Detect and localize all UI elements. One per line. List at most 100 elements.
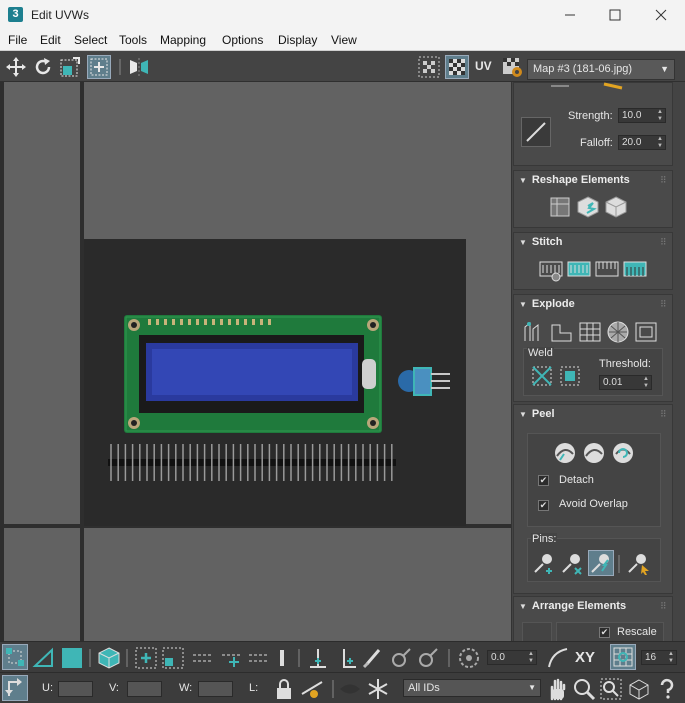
checker-toggle-button[interactable]	[417, 55, 441, 79]
unhide-button[interactable]	[338, 677, 362, 701]
mirror-tool-button[interactable]	[126, 55, 150, 79]
rescale-checkbox[interactable]: ✔	[599, 627, 610, 638]
menu-display[interactable]: Display	[278, 33, 317, 47]
loop-icon	[193, 654, 213, 662]
close-button[interactable]	[638, 0, 684, 30]
stitch-header[interactable]: ▼ Stitch	[519, 236, 562, 248]
drag-grip-icon[interactable]: ⠿	[660, 409, 667, 420]
grow-selection-button[interactable]	[134, 646, 158, 670]
id-filter-dropdown[interactable]: All IDs ▼	[403, 679, 541, 697]
hide-button[interactable]	[300, 677, 324, 701]
edge-mode-button[interactable]	[32, 646, 56, 670]
rotate-tool-button[interactable]	[31, 55, 55, 79]
vertex-mode-button[interactable]	[2, 644, 28, 670]
menu-view[interactable]: View	[331, 33, 357, 47]
reshape-elements-header[interactable]: ▼ Reshape Elements	[519, 174, 630, 186]
show-map-button[interactable]	[445, 55, 469, 79]
ring-button[interactable]	[247, 646, 271, 670]
spinner-arrows-icon: ▲ ▼	[657, 136, 663, 149]
xy-toggle[interactable]: XY	[575, 649, 595, 666]
explode-header[interactable]: ▼ Explode	[519, 298, 575, 310]
avoid-overlap-checkbox[interactable]: ✔	[538, 500, 549, 511]
rotate-90-button[interactable]	[457, 646, 481, 670]
stitch-to-target-button[interactable]	[566, 257, 592, 283]
freeform-mode-button[interactable]	[87, 55, 111, 79]
uv-space-label[interactable]: UV	[475, 59, 492, 73]
lock-selection-button[interactable]	[272, 677, 296, 701]
paint-grow-button[interactable]	[389, 646, 413, 670]
zoom-extents-button[interactable]	[627, 677, 651, 701]
shrink-selection-button[interactable]	[161, 646, 185, 670]
drag-grip-icon[interactable]: ⠿	[660, 237, 667, 248]
drag-grip-icon[interactable]: ⠿	[660, 299, 667, 310]
falloff-spinner[interactable]: 20.0 ▲ ▼	[618, 135, 666, 150]
help-button[interactable]	[655, 677, 679, 701]
u-field[interactable]	[58, 681, 93, 697]
menu-tools[interactable]: Tools	[119, 33, 147, 47]
map-settings-button[interactable]	[501, 55, 525, 79]
v-field[interactable]	[127, 681, 162, 697]
stitch-average-button[interactable]	[594, 257, 620, 283]
ring-grow-button[interactable]	[277, 646, 287, 670]
loop-button[interactable]	[191, 646, 215, 670]
uv-viewport[interactable]	[0, 82, 511, 641]
detach-edge-button[interactable]	[549, 319, 575, 345]
align-curve-button[interactable]	[546, 646, 570, 670]
help-icon	[660, 678, 674, 699]
stitch-custom-button[interactable]	[538, 257, 564, 283]
drag-grip-icon[interactable]: ⠿	[660, 601, 667, 612]
relax-button[interactable]	[575, 194, 601, 220]
pan-button[interactable]	[545, 677, 569, 701]
paint-shrink-button[interactable]	[416, 646, 440, 670]
menu-mapping[interactable]: Mapping	[160, 33, 206, 47]
select-pins-button[interactable]	[625, 550, 651, 576]
peel-header[interactable]: ▼ Peel	[519, 408, 555, 420]
absolute-offset-toggle[interactable]	[2, 675, 28, 701]
relax-options-button[interactable]	[603, 194, 629, 220]
freeze-button[interactable]	[366, 677, 390, 701]
loop-uv-button[interactable]	[334, 646, 358, 670]
detach-checkbox[interactable]: ✔	[538, 475, 549, 486]
loop-grow-button[interactable]	[220, 646, 244, 670]
zoom-button[interactable]	[572, 677, 596, 701]
flatten-by-polygon-button[interactable]	[577, 319, 603, 345]
flatten-by-smoothing-button[interactable]	[605, 319, 631, 345]
scale-tool-button[interactable]	[58, 55, 82, 79]
quick-peel-button[interactable]	[552, 440, 578, 466]
maximize-button[interactable]	[592, 0, 638, 30]
reset-peel-button[interactable]	[610, 440, 636, 466]
arrange-elements-header[interactable]: ▼ Arrange Elements	[519, 600, 626, 612]
peel-mode-button[interactable]	[581, 440, 607, 466]
break-button[interactable]	[521, 319, 547, 345]
menu-select[interactable]: Select	[74, 33, 107, 47]
angle-spinner[interactable]: 0.0 ▲ ▼	[487, 650, 537, 665]
grid-size-spinner[interactable]: 16 ▲ ▼	[641, 650, 677, 665]
loop-xy-button[interactable]	[306, 646, 330, 670]
menu-edit[interactable]: Edit	[40, 33, 61, 47]
element-mode-button[interactable]	[97, 646, 121, 670]
pin-remove-button[interactable]	[559, 550, 585, 576]
minimize-button[interactable]	[547, 0, 593, 30]
strength-spinner[interactable]: 10.0 ▲ ▼	[618, 108, 666, 123]
w-field[interactable]	[198, 681, 233, 697]
move-tool-button[interactable]	[4, 55, 28, 79]
curve-icon	[548, 648, 568, 668]
grid-snap-button[interactable]	[610, 644, 636, 670]
flatten-by-material-button[interactable]	[633, 319, 659, 345]
drag-grip-icon[interactable]: ⠿	[660, 175, 667, 186]
auto-pin-button[interactable]	[588, 550, 614, 576]
pin-add-button[interactable]	[531, 550, 557, 576]
pack-button-partial[interactable]	[522, 622, 552, 642]
threshold-spinner[interactable]: 0.01 ▲ ▼	[599, 375, 652, 390]
straighten-button[interactable]	[547, 194, 573, 220]
menu-options[interactable]: Options	[222, 33, 263, 47]
zoom-region-button[interactable]	[599, 677, 623, 701]
paint-select-button[interactable]	[361, 646, 385, 670]
stitch-to-source-button[interactable]	[622, 257, 648, 283]
map-selector-dropdown[interactable]: Map #3 (181-06.jpg) ▼	[527, 59, 675, 80]
falloff-curve-button[interactable]	[521, 117, 551, 147]
weld-selected-button[interactable]	[529, 363, 555, 389]
polygon-mode-button[interactable]	[60, 646, 84, 670]
menu-file[interactable]: File	[8, 33, 27, 47]
weld-target-button[interactable]	[557, 363, 583, 389]
